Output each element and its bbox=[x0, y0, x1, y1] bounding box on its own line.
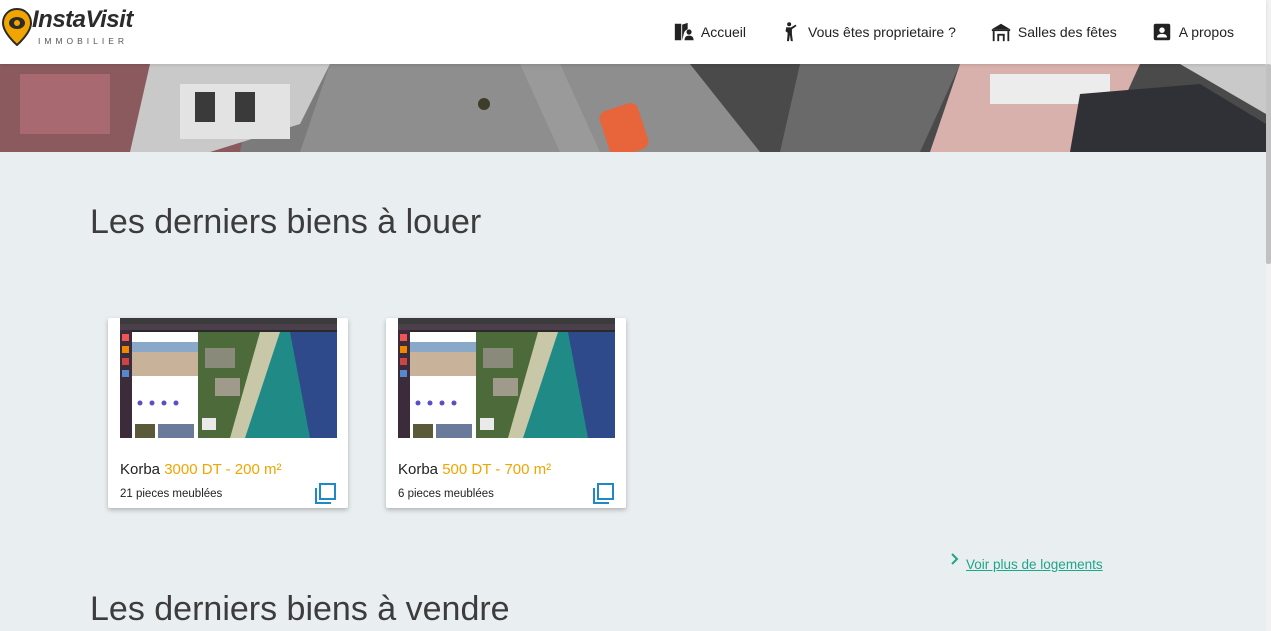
aerial-street-photo bbox=[0, 64, 1266, 152]
hall-icon bbox=[991, 23, 1011, 42]
copy-icon[interactable] bbox=[591, 482, 615, 506]
nav-accueil-label: Accueil bbox=[700, 24, 747, 40]
nav-salles-des-fetes[interactable]: Salles des fêtes bbox=[990, 21, 1117, 43]
page-scrollbar[interactable] bbox=[1266, 0, 1271, 631]
nav-proprietaire[interactable]: Vous êtes proprietaire ? bbox=[780, 21, 956, 43]
property-details-2: 6 pieces meublées bbox=[398, 488, 494, 500]
main-nav: Accueil Vous êtes proprietaire ? Salles … bbox=[673, 0, 1234, 64]
voir-plus-logements-link[interactable]: Voir plus de logements bbox=[948, 552, 1103, 572]
nav-salles-label: Salles des fêtes bbox=[1017, 24, 1117, 40]
property-city-2: Korba bbox=[398, 461, 439, 478]
logo-name: InstaVisit bbox=[32, 6, 133, 33]
hero-banner-image bbox=[0, 64, 1266, 152]
property-thumbnail-2[interactable] bbox=[398, 318, 615, 438]
map-screenshot-image bbox=[398, 318, 615, 438]
property-price-2: 500 DT - 700 m² bbox=[442, 461, 552, 478]
contact-card-icon bbox=[1153, 23, 1170, 41]
property-title-1: Korba 3000 DT - 200 m² bbox=[120, 461, 281, 478]
property-city-1: Korba bbox=[120, 461, 161, 478]
scrollbar-thumb[interactable] bbox=[1266, 64, 1271, 264]
map-screenshot-image bbox=[120, 318, 337, 438]
sale-section-title: Les derniers biens à vendre bbox=[90, 590, 510, 628]
rent-section-title: Les derniers biens à louer bbox=[90, 203, 482, 241]
chevron-right-icon bbox=[951, 553, 959, 565]
person-pointing-icon bbox=[785, 22, 797, 42]
property-price-1: 3000 DT - 200 m² bbox=[164, 461, 282, 478]
property-card-1[interactable]: Korba 3000 DT - 200 m² 21 pieces meublée… bbox=[108, 318, 348, 508]
property-title-2: Korba 500 DT - 700 m² bbox=[398, 461, 551, 478]
top-navbar: InstaVisit IMMOBILIER Accueil Vous êtes … bbox=[0, 0, 1266, 64]
location-pin-logo-icon bbox=[2, 8, 32, 46]
property-details-1: 21 pieces meublées bbox=[120, 488, 223, 500]
logo-subtitle: IMMOBILIER bbox=[38, 36, 129, 46]
copy-icon[interactable] bbox=[313, 482, 337, 506]
nav-apropos-label: A propos bbox=[1178, 24, 1234, 40]
nav-a-propos[interactable]: A propos bbox=[1151, 21, 1234, 43]
nav-proprietaire-label: Vous êtes proprietaire ? bbox=[808, 24, 956, 40]
property-thumbnail-1[interactable] bbox=[120, 318, 337, 438]
map-person-icon bbox=[674, 22, 694, 41]
voir-plus-label: Voir plus de logements bbox=[966, 557, 1103, 572]
nav-accueil[interactable]: Accueil bbox=[673, 21, 746, 43]
logo[interactable]: InstaVisit IMMOBILIER bbox=[2, 6, 133, 48]
property-card-2[interactable]: Korba 500 DT - 700 m² 6 pieces meublées bbox=[386, 318, 626, 508]
